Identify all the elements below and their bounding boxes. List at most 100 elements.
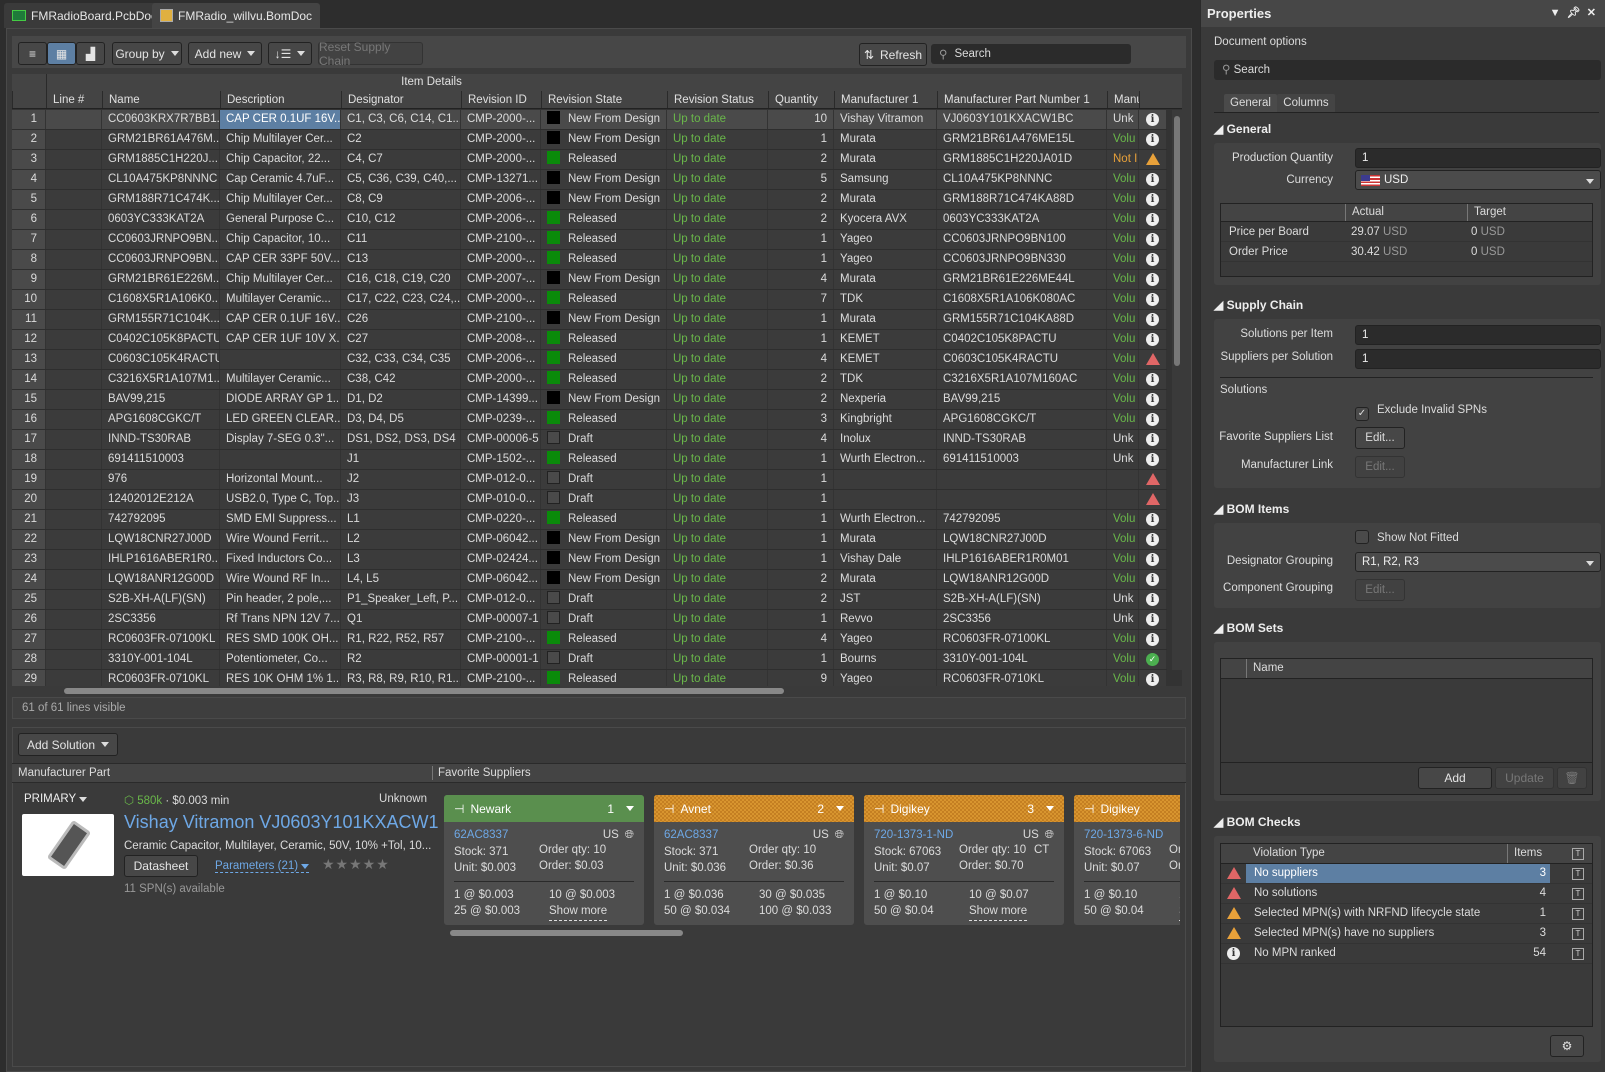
price-break: 10 @ $0.07 bbox=[969, 889, 1029, 901]
search-icon: ⚲ bbox=[1222, 64, 1234, 76]
section-title: BOM Sets bbox=[1226, 621, 1284, 635]
price-break: 50 @ $0.04 bbox=[1084, 905, 1144, 917]
manufacturer-link-edit-button[interactable]: Edit... bbox=[1355, 456, 1405, 478]
supplier-card[interactable]: ⊣ Digikey 3 720-1373-1-ND US 🌐︎ Stock: 67063 Un… bbox=[864, 795, 1064, 925]
divider bbox=[1084, 881, 1180, 882]
filter-icon[interactable]: T bbox=[1572, 868, 1584, 880]
manufacturer-link-label: Manufacturer Link bbox=[1240, 459, 1333, 471]
warning-orange-icon[interactable] bbox=[1227, 907, 1241, 919]
component-grouping-edit-button[interactable]: Edit... bbox=[1355, 579, 1405, 601]
violation-row[interactable]: Selected MPN(s) have no suppliers 3 T bbox=[1221, 924, 1592, 944]
violation-row[interactable]: Selected MPN(s) with NRFND lifecycle sta… bbox=[1221, 904, 1592, 924]
pin-icon[interactable]: ⊣ bbox=[454, 802, 464, 816]
violation-count: 1 bbox=[1539, 907, 1546, 919]
solutions-per-item-label: Solutions per Item bbox=[1240, 328, 1333, 340]
value: 29.07 bbox=[1351, 226, 1380, 238]
actual-price: 30.42 USD bbox=[1351, 242, 1407, 262]
price-break: 1 @ $0.036 bbox=[664, 889, 724, 901]
violation-count: 3 bbox=[1539, 867, 1546, 879]
cards-scrollbar[interactable] bbox=[440, 928, 1180, 938]
unit-price: Unit: $0.07 bbox=[1084, 862, 1140, 874]
price-row: Order Price 30.42 USD 0 USD bbox=[1221, 242, 1592, 262]
supply-chain-section-header[interactable]: ◢ Supply Chain bbox=[1214, 298, 1303, 312]
bom-items-section-header[interactable]: ◢ BOM Items bbox=[1214, 502, 1289, 516]
filter-icon[interactable]: T bbox=[1572, 948, 1584, 960]
chevron-down-icon[interactable] bbox=[1046, 806, 1054, 811]
production-quantity-input[interactable]: 1 bbox=[1355, 148, 1601, 168]
trash-icon: 🗑︎ bbox=[1564, 771, 1580, 785]
violation-label: No solutions bbox=[1254, 887, 1318, 899]
warning-red-icon[interactable] bbox=[1227, 887, 1241, 899]
properties-title: Properties bbox=[1207, 6, 1272, 21]
currency-select[interactable]: USD bbox=[1355, 170, 1601, 190]
tab-general[interactable]: General bbox=[1224, 94, 1277, 112]
info-icon[interactable]: i bbox=[1227, 947, 1240, 960]
price-table: Actual Target Price per Board 29.07 USD 0 … bbox=[1220, 203, 1593, 277]
properties-titlebar: Properties ▼ 📌︎ ✕ bbox=[1201, 0, 1605, 27]
pin-icon[interactable]: 📌︎ bbox=[1567, 7, 1581, 19]
chevron-down-icon[interactable] bbox=[626, 806, 634, 811]
violation-row[interactable]: No solutions 4 T bbox=[1221, 884, 1592, 904]
section-title: BOM Checks bbox=[1226, 815, 1301, 829]
exclude-invalid-checkbox[interactable]: ✓ Exclude Invalid SPNs bbox=[1355, 404, 1487, 421]
violation-label: No suppliers bbox=[1254, 867, 1318, 879]
violation-row[interactable]: No suppliers 3 T bbox=[1221, 864, 1592, 884]
supplier-card-header[interactable]: ⊣ Digikey 3 bbox=[864, 795, 1064, 822]
violation-row[interactable]: i No MPN ranked 54 T bbox=[1221, 944, 1592, 964]
supplier-card-body: 62AC8337 US 🌐︎ Stock: 371 Unit: $0.036 Order … bbox=[654, 822, 854, 925]
chevron-down-icon bbox=[1586, 179, 1594, 184]
properties-search-input[interactable]: ⚲ Search bbox=[1214, 60, 1601, 80]
properties-panel: Properties ▼ 📌︎ ✕ Document options ⚲ Sea… bbox=[1200, 0, 1605, 1072]
add-bom-set-button[interactable]: Add bbox=[1418, 767, 1492, 789]
solutions-label: Solutions bbox=[1220, 384, 1268, 396]
favorite-suppliers-edit-button[interactable]: Edit... bbox=[1355, 427, 1405, 449]
value: 0 bbox=[1471, 226, 1478, 238]
bom-sets-section-header[interactable]: ◢ BOM Sets bbox=[1214, 621, 1283, 635]
designator-grouping-select[interactable]: R1, R2, R3 bbox=[1355, 552, 1601, 572]
pin-icon[interactable]: ⊣ bbox=[874, 802, 884, 816]
production-quantity-label: Production Quantity bbox=[1231, 152, 1333, 164]
suppliers-per-solution-input[interactable]: 1 bbox=[1355, 349, 1601, 369]
scrollbar-thumb[interactable] bbox=[450, 930, 683, 936]
filter-icon[interactable]: T bbox=[1572, 888, 1584, 900]
show-more-link[interactable]: Show more bbox=[549, 904, 608, 921]
supplier-card[interactable]: ⊣ Digikey 720-1373-6-ND Stock: 67063 Unit: $… bbox=[1074, 795, 1180, 925]
chevron-down-icon[interactable] bbox=[836, 806, 844, 811]
warning-red-icon[interactable] bbox=[1227, 867, 1241, 879]
country-code: US bbox=[1022, 829, 1039, 841]
supplier-card[interactable]: ⊣ Newark 1 62AC8337 US 🌐︎ Stock: 371 Unit: $0.0… bbox=[444, 795, 644, 925]
items-col: Items bbox=[1507, 844, 1542, 863]
bom-checks-table: Violation Type Items T No suppliers 3 T No … bbox=[1220, 843, 1593, 1027]
spn-link[interactable]: 720-1373-6-ND bbox=[1084, 828, 1180, 844]
filter-icon[interactable]: T bbox=[1572, 908, 1584, 920]
unit: USD bbox=[1382, 246, 1408, 258]
tab-columns[interactable]: Columns bbox=[1277, 94, 1335, 112]
target-price: 0 USD bbox=[1471, 222, 1505, 242]
pin-icon[interactable]: ⊣ bbox=[1084, 802, 1094, 816]
menu-icon[interactable]: ▼ bbox=[1550, 7, 1561, 19]
supplier-card[interactable]: ⊣ Avnet 2 62AC8337 US 🌐︎ Stock: 371 Unit: $0.03… bbox=[654, 795, 854, 925]
pin-icon[interactable]: ⊣ bbox=[664, 802, 674, 816]
stock: Stock: 371 bbox=[664, 846, 719, 858]
delete-bom-set-button[interactable]: 🗑︎ bbox=[1557, 767, 1587, 789]
filter-icon[interactable]: T bbox=[1572, 928, 1584, 940]
warning-orange-icon[interactable] bbox=[1227, 927, 1241, 939]
update-bom-set-button[interactable]: Update bbox=[1495, 767, 1554, 789]
show-more-link[interactable]: Show more bbox=[969, 904, 1028, 921]
supplier-card-header[interactable]: ⊣ Avnet 2 bbox=[654, 795, 854, 822]
bom-checks-section-header[interactable]: ◢ BOM Checks bbox=[1214, 815, 1301, 829]
supplier-card-header[interactable]: ⊣ Newark 1 bbox=[444, 795, 644, 822]
show-not-fitted-checkbox[interactable]: Show Not Fitted bbox=[1355, 530, 1459, 544]
price-break: 1 @ $0.003 bbox=[454, 889, 514, 901]
general-section-header[interactable]: ◢ General bbox=[1214, 122, 1271, 136]
violation-cell: Selected MPN(s) have no suppliers 3 bbox=[1246, 924, 1550, 943]
close-icon[interactable]: ✕ bbox=[1587, 7, 1596, 19]
chevron-down-icon bbox=[1586, 561, 1594, 566]
price-label: Order Price bbox=[1229, 246, 1288, 258]
price-row: Price per Board 29.07 USD 0 USD bbox=[1221, 222, 1592, 242]
country: US 🌐︎ bbox=[813, 828, 844, 844]
settings-button[interactable]: ⚙ bbox=[1550, 1035, 1584, 1057]
solutions-per-item-input[interactable]: 1 bbox=[1355, 325, 1601, 345]
supplier-card-header[interactable]: ⊣ Digikey bbox=[1074, 795, 1180, 822]
filter-icon[interactable]: T bbox=[1572, 848, 1584, 860]
